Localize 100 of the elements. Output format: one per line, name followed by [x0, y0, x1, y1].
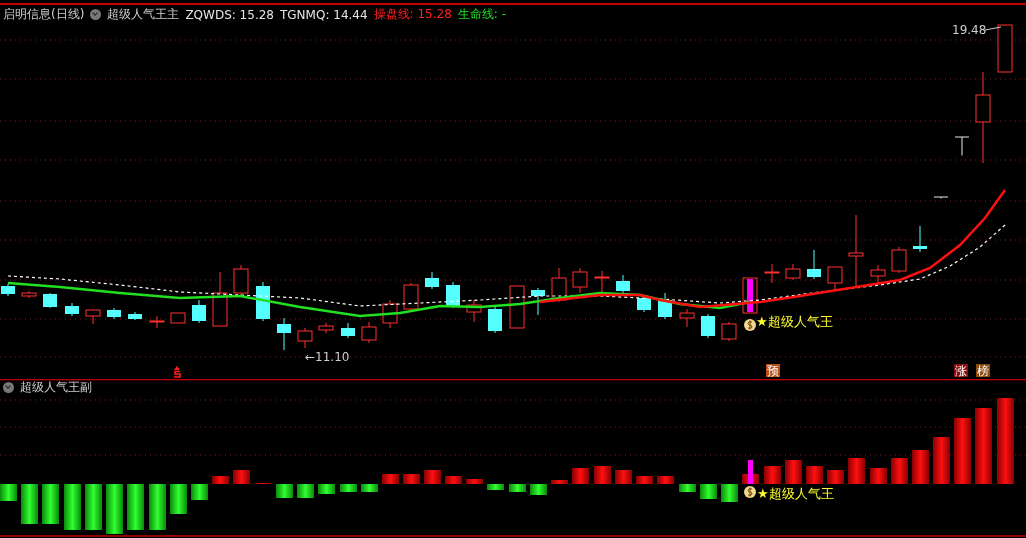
candlestick	[128, 311, 142, 321]
candlestick	[572, 267, 588, 294]
histogram-bar	[509, 484, 526, 492]
dropdown-icon[interactable]	[90, 9, 102, 20]
histogram-bar	[594, 466, 611, 484]
histogram-bar	[127, 484, 144, 530]
money-bag-icon	[744, 486, 756, 498]
candlestick	[341, 322, 355, 339]
candlestick	[212, 271, 228, 327]
histogram-bar	[212, 476, 229, 484]
candlestick	[297, 327, 313, 349]
candlestick	[721, 321, 737, 342]
histogram-bar	[487, 484, 504, 490]
candlestick	[891, 246, 907, 274]
candlestick	[425, 271, 439, 290]
indicator-title: 超级人气王副	[20, 379, 92, 396]
candlestick	[277, 317, 291, 351]
histogram-bar	[636, 476, 653, 484]
histogram-bar	[21, 484, 38, 524]
histogram-bar	[827, 470, 844, 484]
indicator-readout: 生命线: -	[457, 6, 506, 23]
histogram-bar	[870, 468, 887, 484]
signal-label: ★超级人气王	[757, 486, 834, 501]
histogram-bar	[382, 474, 399, 484]
signal-bar	[748, 460, 753, 484]
histogram-bar	[403, 474, 420, 484]
histogram-bar	[530, 484, 547, 495]
histogram-bar	[679, 484, 696, 492]
candlestick	[785, 263, 801, 281]
histogram-bar	[615, 470, 632, 484]
candlestick	[318, 322, 334, 334]
indicator-title: 超级人气王主	[107, 6, 180, 23]
histogram-bar	[106, 484, 123, 534]
histogram-bar	[806, 466, 823, 484]
histogram-bar	[933, 437, 950, 484]
histogram-bar	[912, 450, 929, 484]
candlestick	[807, 249, 821, 280]
histogram-bar	[848, 458, 865, 484]
histogram-bar	[445, 476, 462, 484]
marker-tag: 预	[766, 364, 780, 378]
candlestick	[594, 270, 610, 293]
histogram-bar	[191, 484, 208, 500]
histogram-bar	[85, 484, 102, 530]
histogram-bar	[297, 484, 314, 498]
candlestick	[679, 308, 695, 328]
candlestick	[764, 263, 780, 284]
candlestick	[1, 283, 15, 297]
money-bag-icon	[744, 319, 756, 331]
candlestick	[233, 264, 249, 296]
candlestick	[954, 136, 970, 156]
histogram-bar	[954, 418, 971, 484]
histogram-bar	[340, 484, 357, 492]
candlestick	[933, 196, 949, 199]
marker-tag: 涨	[954, 364, 968, 378]
candlestick	[256, 281, 270, 322]
indicator-readout: TGNMQ: 14.44	[280, 7, 368, 22]
candlestick	[43, 292, 57, 309]
candlestick	[382, 299, 398, 329]
histogram-bar	[42, 484, 59, 524]
candlestick	[361, 321, 377, 344]
histogram-bar	[361, 484, 378, 492]
histogram-bar	[721, 484, 738, 502]
candlestick	[466, 299, 482, 323]
histogram-bar	[233, 470, 250, 484]
histogram-bar	[149, 484, 166, 530]
candlestick	[149, 315, 165, 329]
candlestick	[701, 313, 715, 339]
candlestick	[170, 312, 186, 324]
candlestick	[551, 267, 567, 303]
dropdown-icon[interactable]	[3, 382, 14, 393]
histogram-bar	[424, 470, 441, 484]
candlestick	[658, 292, 672, 320]
histogram-bar	[64, 484, 81, 530]
marker-tag: 榜	[976, 364, 990, 378]
histogram-bar	[700, 484, 717, 499]
candlestick	[913, 225, 927, 253]
high-price-label: 19.48	[952, 23, 987, 37]
indicator-readout: ZQWDS: 15.28	[185, 7, 274, 22]
low-price-label: ←11.10	[305, 350, 350, 364]
histogram-bar	[276, 484, 293, 498]
histogram-bar	[0, 484, 17, 501]
candlestick	[21, 290, 37, 299]
candlestick	[997, 24, 1013, 73]
candlestick	[488, 306, 502, 334]
candlestick	[531, 287, 545, 316]
candlestick	[107, 307, 121, 320]
histogram-bar	[466, 479, 483, 484]
candlestick	[509, 285, 525, 329]
histogram-bar	[657, 476, 674, 484]
candlestick	[616, 274, 630, 294]
candlestick	[870, 264, 886, 284]
candlestick	[65, 302, 79, 317]
histogram-bar	[551, 480, 568, 484]
candlestick	[827, 266, 843, 291]
candlestick	[85, 308, 101, 325]
histogram-bar	[318, 484, 335, 494]
histogram-bar	[891, 458, 908, 484]
histogram-bar	[572, 468, 589, 484]
indicator-readout: 操盘线: 15.28	[373, 6, 452, 23]
histogram-bar	[785, 460, 802, 484]
